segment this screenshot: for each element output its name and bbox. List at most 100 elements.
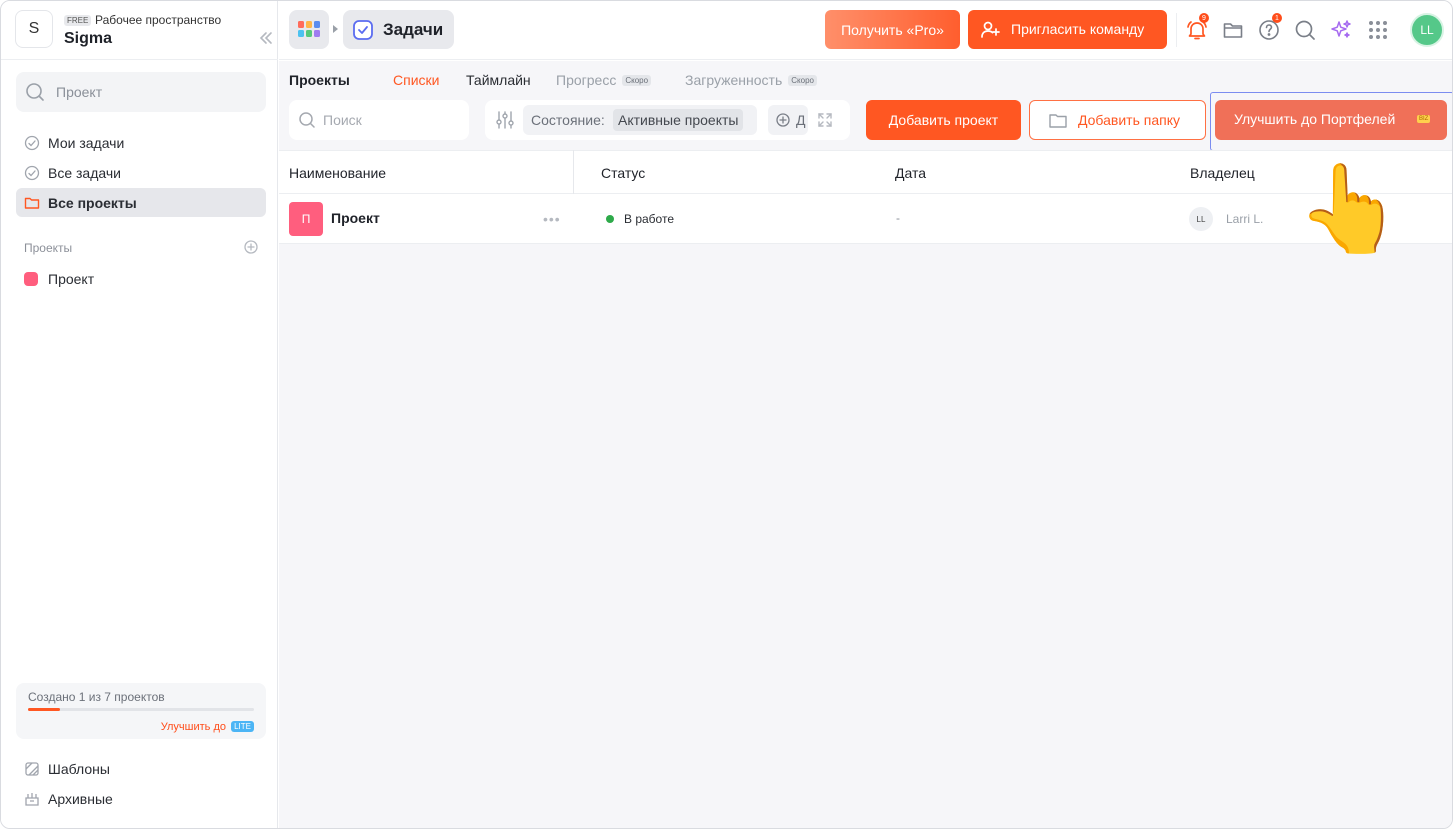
biz-badge: BIZ [1417,115,1431,123]
date-text[interactable]: - [896,211,900,225]
help-count-badge: 1 [1272,13,1282,23]
status-text[interactable]: В работе [624,212,674,226]
search-icon[interactable] [1294,19,1316,41]
search-icon [25,82,45,105]
search-input[interactable] [323,110,463,130]
add-user-icon [980,20,1000,43]
app-window: S FREE Рабочее пространство Sigma Проект… [0,0,1453,829]
breadcrumb-label: Задачи [383,20,444,39]
tab-workload-label: Загруженность [685,72,783,88]
projects-quota: Создано 1 из 7 проектов Улучшить до LITE [16,683,266,739]
add-project-icon[interactable] [244,240,258,257]
sidebar: S FREE Рабочее пространство Sigma Проект… [1,1,278,828]
workspace-name: Sigma [64,30,113,47]
quota-text: Создано 1 из 7 проектов [28,690,165,704]
workspace-avatar[interactable]: S [15,10,53,48]
status-dot-icon [606,215,614,223]
quota-progress-fill [28,708,61,711]
owner-name[interactable]: Larri L. [1226,212,1263,226]
templates-icon [24,761,40,780]
sidebar-search-placeholder: Проект [56,84,103,100]
tab-timeline[interactable]: Таймлайн [466,72,531,88]
tab-progress-label: Прогресс [556,72,617,88]
project-color-icon [24,272,38,286]
state-filter-chip[interactable]: Состояние: Активные проекты [523,105,757,135]
owner-avatar: LL [1189,207,1213,231]
sidebar-project-item[interactable]: Проект [16,264,266,293]
upgrade-portfolios-label: Улучшить до Портфелей [1234,111,1396,127]
main-content: Проекты Списки Таймлайн Прогресс Скоро За… [279,61,1452,828]
state-filter-value: Активные проекты [613,109,744,131]
invite-team-button[interactable]: Пригласить команду [968,10,1167,49]
tab-progress: Прогресс Скоро [556,72,652,88]
sidebar-item-my-tasks[interactable]: Мои задачи [16,128,266,157]
add-project-button[interactable]: Добавить проект [866,100,1021,140]
divider [1,59,278,60]
sidebar-search[interactable]: Проект [16,72,266,112]
projects-section-label: Проекты [24,241,73,255]
search-icon [298,111,316,132]
project-search[interactable] [289,100,469,140]
add-filter-label: Д [796,112,806,128]
collapse-sidebar-icon[interactable] [257,29,275,47]
check-circle-icon [24,135,40,154]
breadcrumb-arrow-icon [333,25,338,33]
filter-bar: Состояние: Активные проекты Д [485,100,850,140]
column-header-date[interactable]: Дата [895,165,926,181]
quota-upgrade-link[interactable]: Улучшить до [161,721,226,733]
add-filter-button[interactable]: Д [768,105,808,135]
sidebar-item-label: Архивные [48,791,113,807]
table-row[interactable]: П Проект ••• В работе - LL Larri L. [279,194,1452,244]
table-header: Наименование Статус Дата Владелец [279,150,1452,194]
quota-progress-bar [28,708,254,711]
checkbox-icon [353,20,373,43]
apps-dots-icon[interactable] [1367,19,1389,41]
plan-badge: FREE [64,15,92,26]
project-name[interactable]: Проект [331,210,380,226]
soon-badge: Скоро [788,75,817,86]
workspace-switcher[interactable]: S FREE Рабочее пространство Sigma [15,10,272,50]
help-question-icon[interactable]: 1 [1258,13,1282,41]
sidebar-item-all-tasks[interactable]: Все задачи [16,158,266,187]
get-pro-button[interactable]: Получить «Pro» [825,10,960,49]
page-title: Проекты [289,72,350,88]
breadcrumb-tasks[interactable]: Задачи [343,10,454,49]
notifications-bell-icon[interactable]: 9 [1186,13,1209,41]
column-header-name[interactable]: Наименование [289,165,386,181]
column-header-status[interactable]: Статус [601,165,645,181]
sidebar-item-label: Шаблоны [48,761,110,777]
sidebar-item-label: Все проекты [48,195,137,211]
expand-icon[interactable] [817,112,833,131]
check-circle-icon [24,165,40,184]
user-avatar[interactable]: LL [1410,13,1444,47]
add-folder-label: Добавить папку [1078,112,1180,128]
tab-workload: Загруженность Скоро [685,72,817,88]
folder-icon[interactable] [1222,19,1244,41]
workspace-subtitle: Рабочее пространство [95,13,222,27]
apps-grid-icon [298,21,320,37]
sidebar-item-all-projects[interactable]: Все проекты [16,188,266,217]
upgrade-portfolios-button[interactable]: Улучшить до Портфелей BIZ [1215,100,1447,140]
state-filter-key: Состояние: [531,112,605,128]
project-avatar: П [289,202,323,236]
apps-grid-button[interactable] [289,10,329,49]
notifications-count-badge: 9 [1199,13,1209,23]
archive-icon [24,791,40,810]
sidebar-item-label: Мои задачи [48,135,125,151]
sidebar-item-label: Все задачи [48,165,121,181]
folder-icon [1048,111,1068,134]
plus-circle-icon [776,113,790,130]
sidebar-item-templates[interactable]: Шаблоны [16,754,266,783]
sidebar-item-archive[interactable]: Архивные [16,784,266,813]
invite-team-label: Пригласить команду [1011,21,1145,37]
tab-lists[interactable]: Списки [393,72,439,88]
folder-icon [24,195,40,214]
filter-sliders-icon[interactable] [495,110,515,133]
soon-badge: Скоро [622,75,652,86]
ai-sparkles-icon[interactable] [1330,19,1352,41]
column-header-owner[interactable]: Владелец [1190,165,1255,181]
add-folder-button[interactable]: Добавить папку [1029,100,1206,140]
more-options-icon[interactable]: ••• [543,211,561,227]
divider [1176,13,1177,47]
sidebar-project-label: Проект [48,271,95,287]
